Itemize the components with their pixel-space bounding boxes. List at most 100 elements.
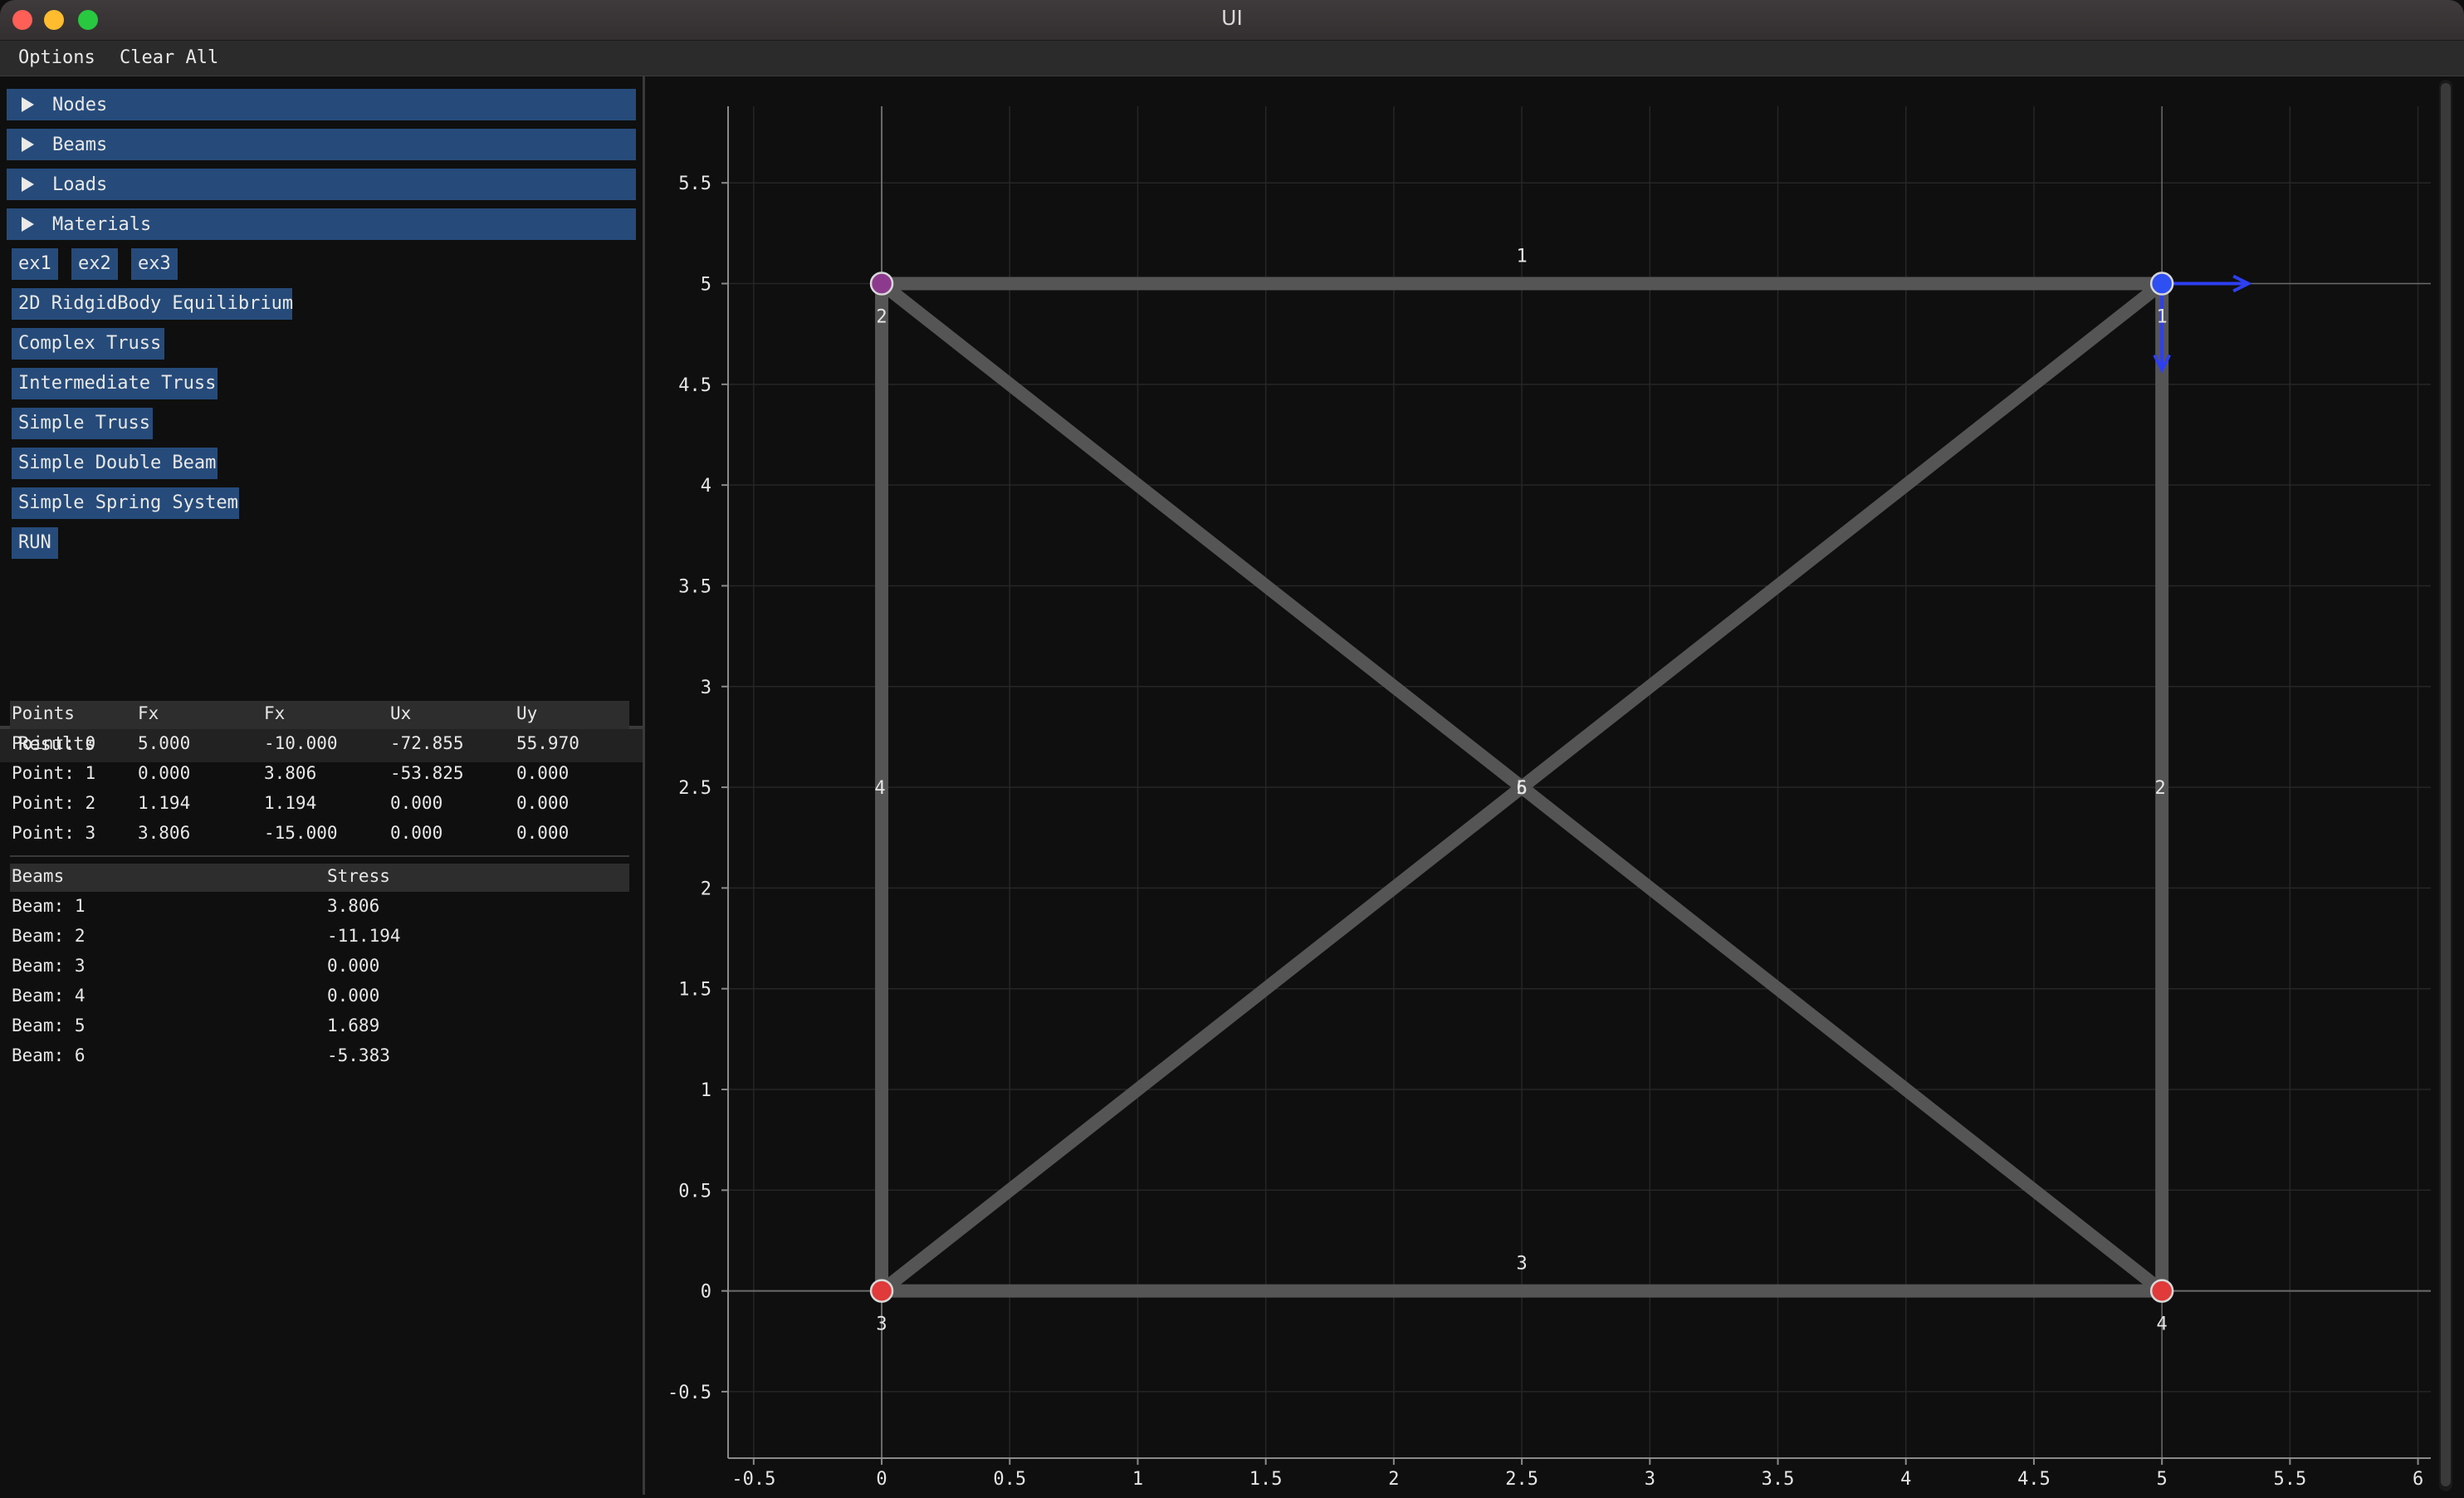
y-tick-label: 1.5 — [678, 980, 711, 1001]
table-cell: 0.000 — [516, 763, 570, 783]
beam-label: 6 — [1516, 778, 1527, 799]
table-cell: -10.000 — [264, 733, 338, 753]
table-cell: 1.194 — [264, 793, 317, 813]
table-cell: -5.383 — [327, 1045, 390, 1065]
y-tick-label: 0.5 — [678, 1181, 711, 1202]
table-cell: Point: 1 — [12, 763, 96, 783]
preset-complex-truss-button[interactable]: Complex Truss — [12, 328, 164, 360]
y-tick-label: 0 — [701, 1282, 711, 1303]
table-cell: Point: 2 — [12, 793, 96, 813]
preset-intermediate-truss-button[interactable]: Intermediate Truss — [12, 368, 218, 399]
section-nodes-label: Nodes — [52, 94, 108, 115]
x-tick-label: 6 — [2413, 1469, 2423, 1490]
beam-label: 1 — [1516, 247, 1527, 267]
y-tick-label: 5 — [701, 275, 711, 296]
truss-plot[interactable]: -0.5 0 0.5 1 1.5 2 2.5 3 3.5 4 4.5 5 5.5 6 -0.5 0 0.5 1 1.… — [645, 76, 2464, 1495]
table-cell: -11.194 — [327, 926, 401, 946]
table-cell: 55.970 — [516, 733, 579, 753]
node-label: 2 — [876, 307, 887, 328]
table-cell: 0.000 — [390, 793, 443, 813]
table-cell: -72.855 — [390, 733, 464, 753]
node-label: 1 — [2157, 307, 2168, 328]
plot-scrollbar-thumb[interactable] — [2441, 83, 2451, 1486]
expand-arrow-icon — [22, 217, 34, 232]
section-nodes[interactable]: Nodes — [7, 89, 636, 120]
node-label: 3 — [876, 1314, 887, 1335]
table-cell: Beam: 1 — [12, 896, 86, 916]
y-tick-label: 3.5 — [678, 576, 711, 597]
table-cell: -15.000 — [264, 823, 338, 843]
table-cell: 0.000 — [390, 823, 443, 843]
header-fx: Fx — [138, 703, 159, 723]
table-cell: 0.000 — [516, 793, 570, 813]
table-divider — [10, 855, 629, 857]
y-tick-label: 2.5 — [678, 778, 711, 799]
header-stress: Stress — [327, 866, 390, 886]
node-2 — [869, 272, 894, 296]
section-materials[interactable]: Materials — [7, 208, 636, 240]
expand-arrow-icon — [22, 177, 34, 192]
table-cell: Beam: 4 — [12, 986, 86, 1006]
expand-arrow-icon — [22, 97, 34, 112]
table-cell: Beam: 2 — [12, 926, 86, 946]
section-loads[interactable]: Loads — [7, 169, 636, 200]
x-tick-label: 1 — [1132, 1469, 1143, 1490]
x-tick-label: -0.5 — [731, 1469, 775, 1490]
y-tick-label: 5.5 — [678, 174, 711, 194]
table-cell: 3.806 — [138, 823, 191, 843]
preset-simple-double-beam-button[interactable]: Simple Double Beam — [12, 448, 218, 479]
y-tick-label: 1 — [701, 1080, 711, 1101]
beam-label: 2 — [2155, 778, 2166, 799]
title-bar: UI — [0, 0, 2464, 41]
table-cell: -53.825 — [390, 763, 464, 783]
x-tick-label: 4 — [1900, 1469, 1911, 1490]
x-tick-label: 2.5 — [1505, 1469, 1538, 1490]
header-uy: Uy — [516, 703, 538, 723]
table-cell: Point: 0 — [12, 733, 96, 753]
node-label: 4 — [2157, 1314, 2168, 1335]
header-ux: Ux — [390, 703, 412, 723]
menu-options[interactable]: Options — [18, 47, 95, 68]
table-cell: 0.000 — [138, 763, 191, 783]
table-cell: 3.806 — [264, 763, 317, 783]
node-3 — [869, 1279, 894, 1303]
table-cell: 1.689 — [327, 1016, 380, 1035]
x-tick-label: 0.5 — [993, 1469, 1026, 1490]
preset-2d-rigidbody-button[interactable]: 2D RidgidBody Equilibrium — [12, 288, 293, 320]
table-cell: 0.000 — [327, 986, 380, 1006]
table-cell: 5.000 — [138, 733, 191, 753]
header-beams: Beams — [12, 866, 65, 886]
preset-simple-spring-system-button[interactable]: Simple Spring System — [12, 487, 239, 519]
x-tick-label: 3.5 — [1762, 1469, 1795, 1490]
x-tick-label: 3 — [1645, 1469, 1655, 1490]
left-panel: Nodes Beams Loads Materials ex1 ex2 ex3 … — [0, 76, 645, 1495]
plot-area[interactable]: -0.5 0 0.5 1 1.5 2 2.5 3 3.5 4 4.5 5 5.5 6 -0.5 0 0.5 1 1.… — [645, 76, 2464, 1495]
table-cell: 0.000 — [327, 956, 380, 976]
ex1-button[interactable]: ex1 — [12, 248, 58, 280]
y-tick-label: -0.5 — [667, 1383, 711, 1403]
y-tick-label: 4.5 — [678, 375, 711, 396]
section-beams-label: Beams — [52, 134, 108, 155]
table-cell: 0.000 — [516, 823, 570, 843]
x-tick-label: 5.5 — [2273, 1469, 2306, 1490]
preset-simple-truss-button[interactable]: Simple Truss — [12, 408, 153, 439]
window-title: UI — [1221, 6, 1243, 30]
x-tick-label: 0 — [876, 1469, 887, 1490]
ex3-button[interactable]: ex3 — [131, 248, 178, 280]
x-tick-label: 1.5 — [1249, 1469, 1283, 1490]
table-cell: Beam: 3 — [12, 956, 86, 976]
section-beams[interactable]: Beams — [7, 129, 636, 160]
header-points: Points — [12, 703, 75, 723]
ex2-button[interactable]: ex2 — [71, 248, 118, 280]
y-tick-label: 3 — [701, 678, 711, 698]
menu-clear-all[interactable]: Clear All — [120, 47, 218, 68]
run-button[interactable]: RUN — [12, 527, 58, 559]
expand-arrow-icon — [22, 137, 34, 152]
table-cell: Beam: 6 — [12, 1045, 86, 1065]
y-tick-label: 4 — [701, 476, 711, 497]
y-tick-label: 2 — [701, 879, 711, 899]
table-cell: 1.194 — [138, 793, 191, 813]
x-tick-label: 5 — [2157, 1469, 2168, 1490]
beam-label: 3 — [1516, 1254, 1527, 1275]
x-tick-label: 2 — [1388, 1469, 1399, 1490]
